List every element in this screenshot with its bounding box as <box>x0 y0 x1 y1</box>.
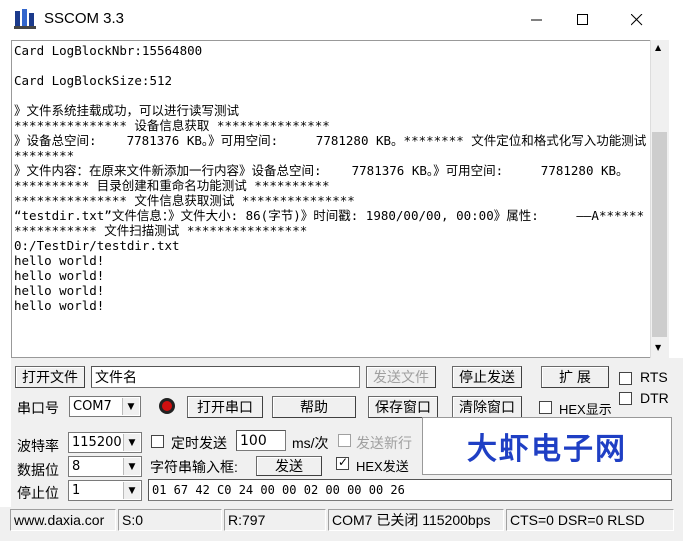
close-button[interactable] <box>614 0 660 40</box>
minimize-icon <box>531 19 542 21</box>
port-label: 串口号 <box>17 400 59 416</box>
close-icon <box>631 14 643 26</box>
expand-button[interactable]: 扩 展 <box>541 366 609 388</box>
dtr-checkbox[interactable] <box>619 392 632 405</box>
stop-bits-select[interactable]: 1 ▼ <box>68 480 142 501</box>
hex-send-label: HEX发送 <box>356 459 409 474</box>
rts-label: RTS <box>640 369 668 385</box>
baud-label: 波特率 <box>17 438 59 454</box>
status-url: www.daxia.cor <box>10 509 116 531</box>
send-newline-checkbox[interactable] <box>338 434 351 447</box>
filename-input[interactable]: 文件名 <box>91 366 360 388</box>
dtr-label: DTR <box>640 390 669 406</box>
baud-select[interactable]: 115200 ▼ <box>68 432 142 453</box>
timed-send-label: 定时发送 <box>171 435 227 451</box>
data-bits-select[interactable]: 8 ▼ <box>68 456 142 477</box>
port-select-value: COM7 <box>73 399 112 414</box>
status-signals: CTS=0 DSR=0 RLSD <box>506 509 674 531</box>
data-bits-label: 数据位 <box>17 462 59 478</box>
minimize-button[interactable] <box>514 0 560 40</box>
window-title: SSCOM 3.3 <box>44 10 125 27</box>
interval-unit-label: ms/次 <box>292 435 329 451</box>
send-newline-label: 发送新行 <box>356 435 412 451</box>
open-port-button[interactable]: 打开串口 <box>187 396 263 418</box>
data-bits-select-value: 8 <box>72 459 81 474</box>
maximize-button[interactable] <box>560 0 606 40</box>
chevron-down-icon[interactable]: ▼ <box>122 398 139 415</box>
scroll-up-icon[interactable]: ▲ <box>655 43 661 52</box>
save-window-button[interactable]: 保存窗口 <box>368 396 438 418</box>
brand-banner: 大虾电子网 <box>422 417 672 475</box>
status-sent-count: S:0 <box>118 509 222 531</box>
send-button[interactable]: 发送 <box>256 456 322 476</box>
baud-select-value: 115200 <box>72 435 122 450</box>
stop-bits-select-value: 1 <box>72 483 81 498</box>
status-received-count: R:797 <box>224 509 326 531</box>
rts-checkbox[interactable] <box>619 372 632 385</box>
status-port-state: COM7 已关闭 115200bps <box>328 509 504 531</box>
help-button[interactable]: 帮助 <box>272 396 356 418</box>
stop-send-button[interactable]: 停止发送 <box>452 366 522 388</box>
chevron-down-icon[interactable]: ▼ <box>123 482 140 499</box>
stop-bits-label: 停止位 <box>17 485 59 501</box>
send-data-input[interactable]: 01 67 42 C0 24 00 00 02 00 00 00 26 <box>148 479 672 501</box>
open-file-button[interactable]: 打开文件 <box>15 366 85 388</box>
hex-send-checkbox[interactable] <box>336 455 349 470</box>
maximize-icon <box>577 14 588 25</box>
record-indicator-icon <box>157 396 177 416</box>
timed-send-checkbox[interactable] <box>151 435 164 448</box>
string-input-label: 字符串输入框: <box>150 459 238 475</box>
hex-display-label: HEX显示 <box>559 402 612 417</box>
scrollbar-thumb[interactable] <box>652 132 667 337</box>
hex-display-checkbox[interactable] <box>539 401 552 414</box>
app-icon <box>14 9 36 29</box>
receive-output-area[interactable]: Card LogBlockNbr:15564800 Card LogBlockS… <box>11 40 669 358</box>
chevron-down-icon[interactable]: ▼ <box>123 434 140 451</box>
port-select[interactable]: COM7 ▼ <box>69 396 141 417</box>
clear-window-button[interactable]: 清除窗口 <box>452 396 522 418</box>
send-file-button[interactable]: 发送文件 <box>366 366 436 388</box>
scroll-down-icon[interactable]: ▼ <box>655 343 661 352</box>
chevron-down-icon[interactable]: ▼ <box>123 458 140 475</box>
receive-output-text: Card LogBlockNbr:15564800 Card LogBlockS… <box>14 43 647 313</box>
interval-input[interactable]: 100 <box>236 430 286 451</box>
